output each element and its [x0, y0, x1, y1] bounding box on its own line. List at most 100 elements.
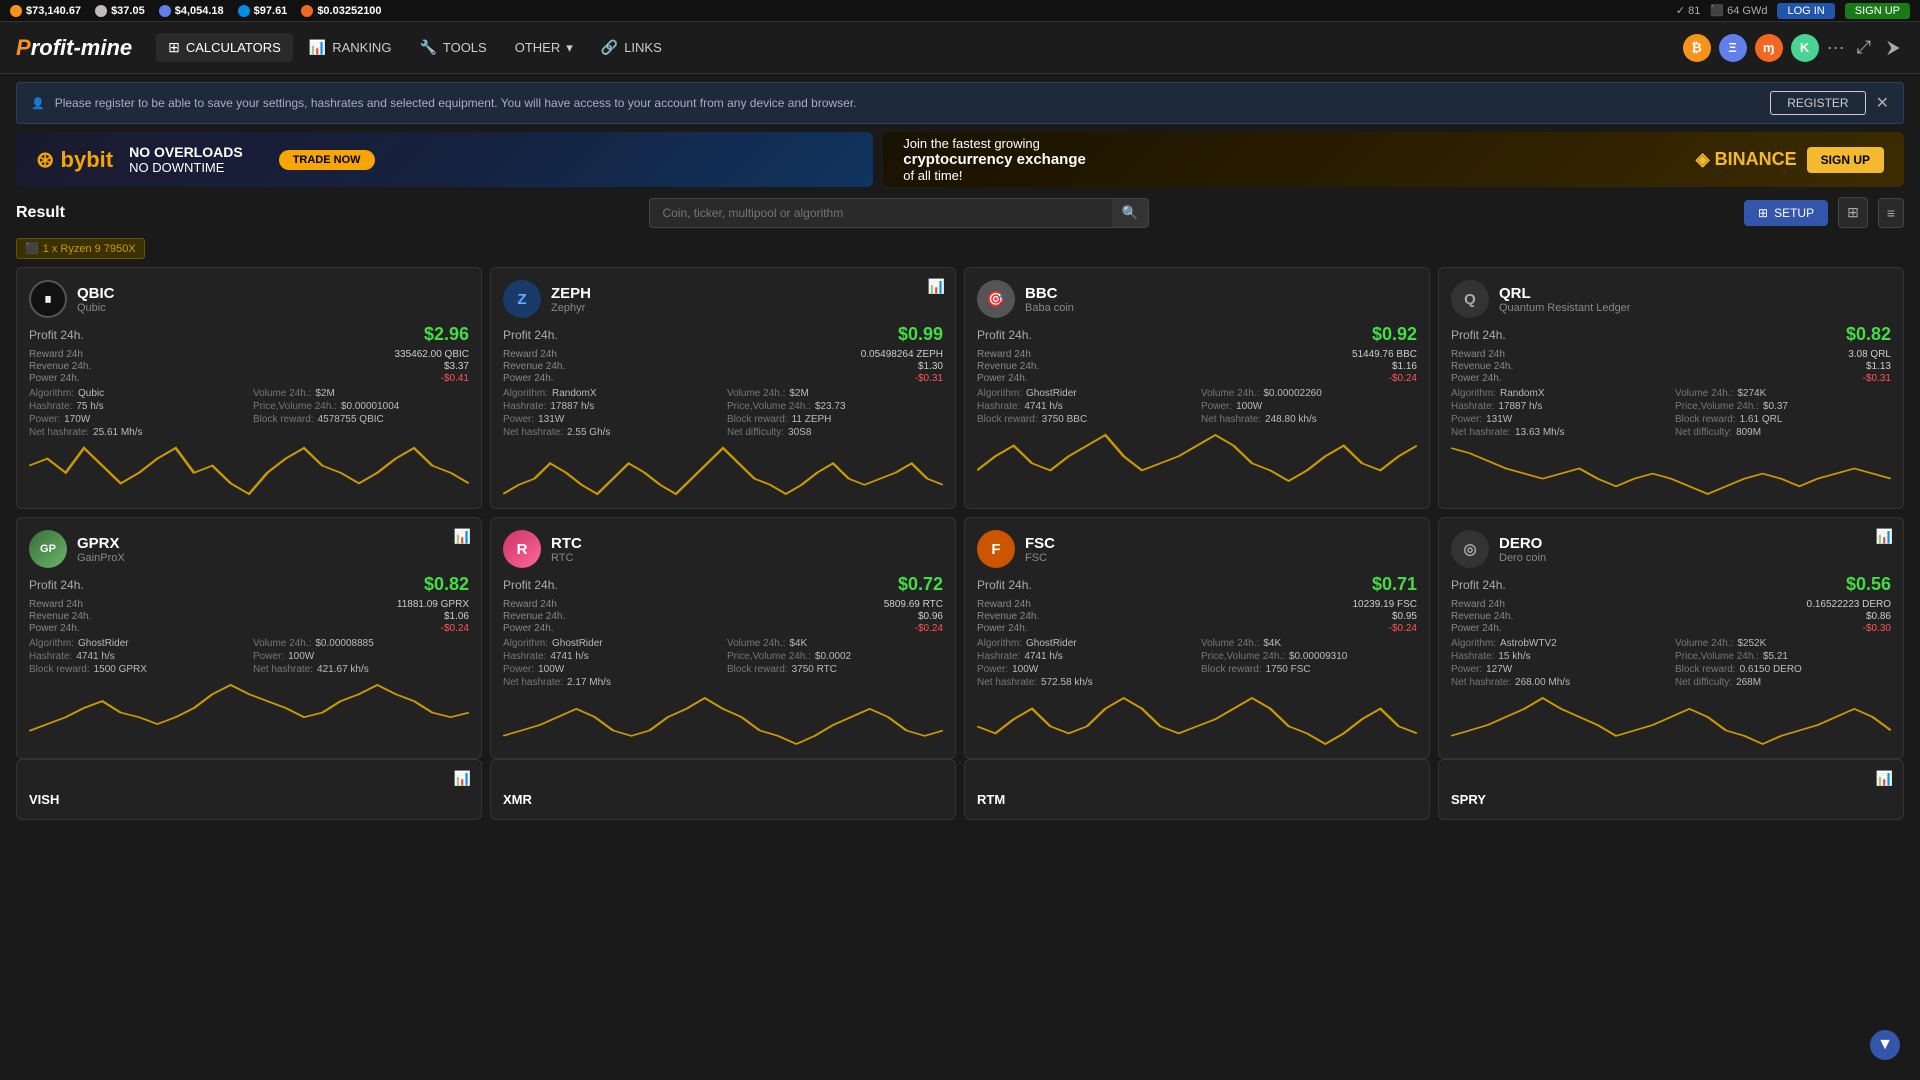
profit-label-gprx: Profit 24h.: [29, 578, 84, 592]
more-options-icon[interactable]: ···: [1827, 37, 1845, 58]
ticker-dash: $97.61: [238, 5, 288, 17]
coin-card-zeph[interactable]: 📊 Z ZEPH Zephyr Profit 24h. $0.99 Reward…: [490, 267, 956, 509]
nav-calculators[interactable]: ⊞ CALCULATORS: [156, 33, 293, 62]
coin-name-qbic: Qubic: [77, 302, 115, 314]
profit-label-qbic: Profit 24h.: [29, 328, 84, 342]
chart-icon-spry[interactable]: 📊: [1876, 770, 1893, 787]
nav-links[interactable]: 🔗 LINKS: [589, 33, 674, 62]
bybit-ad[interactable]: ⊛ bybit NO OVERLOADS NO DOWNTIME TRADE N…: [16, 132, 873, 187]
close-banner-button[interactable]: ✕: [1876, 93, 1889, 113]
coin-card-vish[interactable]: 📊 VISH: [16, 759, 482, 820]
hardware-chip[interactable]: ⬛ 1 x Ryzen 9 7950X: [16, 238, 145, 259]
chart-icon-gprx[interactable]: 📊: [454, 528, 471, 545]
profit-value-rtc: $0.72: [898, 574, 943, 595]
signup-button[interactable]: SIGN UP: [1845, 3, 1910, 19]
profit-value-fsc: $0.71: [1372, 574, 1417, 595]
reward-grid-dero: Reward 24h 0.16522223 DERO Revenue 24h. …: [1451, 599, 1891, 634]
login-button[interactable]: LOG IN: [1777, 3, 1834, 19]
search-wrap: 🔍: [649, 198, 1149, 228]
coin-symbol-bbc: BBC: [1025, 285, 1074, 302]
search-button[interactable]: 🔍: [1112, 198, 1150, 228]
coin-header-gprx: GP GPRX GainProX: [29, 530, 469, 568]
stats-qbic: Algorithm:Qubic Volume 24h.:$2M Hashrate…: [29, 388, 469, 438]
coin-symbol-qrl: QRL: [1499, 285, 1630, 302]
bottom-coin-symbol: VISH: [29, 792, 469, 807]
login-icon[interactable]: ⮞: [1883, 33, 1904, 62]
profit-label-bbc: Profit 24h.: [977, 328, 1032, 342]
coin-card-qrl[interactable]: Q QRL Quantum Resistant Ledger Profit 24…: [1438, 267, 1904, 509]
profit-value-zeph: $0.99: [898, 324, 943, 345]
nav-xmr-badge[interactable]: ɱ: [1755, 34, 1783, 62]
profit-label-dero: Profit 24h.: [1451, 578, 1506, 592]
gpu-power: ⬛ 64 GWd: [1710, 4, 1767, 17]
stats-bbc: Algorithm:GhostRider Volume 24h.:$0.0000…: [977, 388, 1417, 425]
profit-row-fsc: Profit 24h. $0.71: [977, 574, 1417, 595]
sparkline-qbic: [29, 446, 469, 496]
coin-header-fsc: F FSC FSC: [977, 530, 1417, 568]
navbar: Profit-mine ⊞ CALCULATORS 📊 RANKING 🔧 TO…: [0, 22, 1920, 74]
coin-name-rtc: RTC: [551, 552, 582, 564]
coin-card-qbic[interactable]: ⏸ QBIC Qubic Profit 24h. $2.96 Reward 24…: [16, 267, 482, 509]
bybit-logo: ⊛ bybit: [36, 147, 113, 173]
btc-value: $73,140.67: [26, 5, 81, 17]
coin-avatar-fsc: F: [977, 530, 1015, 568]
coins-grid: ⏸ QBIC Qubic Profit 24h. $2.96 Reward 24…: [16, 267, 1904, 759]
search-input[interactable]: [649, 198, 1111, 228]
bottom-coins-row: 📊 VISH XMR RTM 📊 SPRY: [16, 759, 1904, 820]
bybit-trade-btn[interactable]: TRADE NOW: [279, 150, 375, 170]
coin-card-xmr[interactable]: XMR: [490, 759, 956, 820]
profit-label-rtc: Profit 24h.: [503, 578, 558, 592]
sparkline-bbc: [977, 433, 1417, 483]
scroll-down-button[interactable]: ▼: [1870, 1030, 1900, 1060]
coin-card-rtm[interactable]: RTM: [964, 759, 1430, 820]
ticker-right: ✓ 81 ⬛ 64 GWd LOG IN SIGN UP: [1676, 3, 1910, 19]
binance-logo: ◈ BINANCE: [1696, 149, 1797, 170]
register-banner: 👤 Please register to be able to save you…: [16, 82, 1904, 124]
nav-kas-badge[interactable]: K: [1791, 34, 1819, 62]
profit-row-zeph: Profit 24h. $0.99: [503, 324, 943, 345]
coin-name-fsc: FSC: [1025, 552, 1055, 564]
coin-avatar-qrl: Q: [1451, 280, 1489, 318]
share-icon[interactable]: ⤢: [1853, 33, 1875, 62]
profit-value-dero: $0.56: [1846, 574, 1891, 595]
setup-button[interactable]: ⊞ SETUP: [1744, 200, 1828, 226]
grid-view-button[interactable]: ⊞: [1838, 197, 1868, 228]
sparkline-qrl: [1451, 446, 1891, 496]
chart-icon-zeph[interactable]: 📊: [928, 278, 945, 295]
coin-name-qrl: Quantum Resistant Ledger: [1499, 302, 1630, 314]
nav-ranking[interactable]: 📊 RANKING: [297, 33, 404, 62]
nav-right: ₿ Ξ ɱ K ··· ⤢ ⮞: [1683, 33, 1904, 62]
profit-value-qbic: $2.96: [424, 324, 469, 345]
coin-symbol-qbic: QBIC: [77, 285, 115, 302]
coin-name-bbc: Baba coin: [1025, 302, 1074, 314]
binance-signup-btn[interactable]: SIGN UP: [1807, 147, 1884, 173]
coin-card-bbc[interactable]: 🎯 BBC Baba coin Profit 24h. $0.92 Reward…: [964, 267, 1430, 509]
calculators-icon: ⊞: [168, 39, 180, 56]
coin-card-spry[interactable]: 📊 SPRY: [1438, 759, 1904, 820]
stats-zeph: Algorithm:RandomX Volume 24h.:$2M Hashra…: [503, 388, 943, 438]
coin-card-dero[interactable]: 📊 ◎ DERO Dero coin Profit 24h. $0.56 Rew…: [1438, 517, 1904, 759]
chart-icon-dero[interactable]: 📊: [1876, 528, 1893, 545]
binance-ad[interactable]: Join the fastest growing cryptocurrency …: [883, 132, 1904, 187]
sparkline-dero: [1451, 696, 1891, 746]
dash-dot: [238, 5, 250, 17]
nav-tools[interactable]: 🔧 TOOLS: [407, 33, 498, 62]
coin-card-gprx[interactable]: 📊 GP GPRX GainProX Profit 24h. $0.82 Rew…: [16, 517, 482, 759]
nav-other[interactable]: OTHER ▾: [503, 34, 585, 62]
chart-icon-vish[interactable]: 📊: [454, 770, 471, 787]
list-view-button[interactable]: ≡: [1878, 198, 1904, 228]
stats-gprx: Algorithm:GhostRider Volume 24h.:$0.0000…: [29, 638, 469, 675]
sparkline-gprx: [29, 683, 469, 733]
register-button[interactable]: REGISTER: [1770, 91, 1865, 115]
sparkline-fsc: [977, 696, 1417, 746]
coin-card-fsc[interactable]: F FSC FSC Profit 24h. $0.71 Reward 24h 1…: [964, 517, 1430, 759]
profit-value-qrl: $0.82: [1846, 324, 1891, 345]
bybit-text: NO OVERLOADS NO DOWNTIME: [129, 144, 243, 175]
coin-card-rtc[interactable]: R RTC RTC Profit 24h. $0.72 Reward 24h 5…: [490, 517, 956, 759]
profit-row-bbc: Profit 24h. $0.92: [977, 324, 1417, 345]
nav-eth-badge[interactable]: Ξ: [1719, 34, 1747, 62]
coin-avatar-dero: ◎: [1451, 530, 1489, 568]
coin-name-gprx: GainProX: [77, 552, 125, 564]
nav-btc-badge[interactable]: ₿: [1683, 34, 1711, 62]
bottom-coin-symbol: RTM: [977, 792, 1417, 807]
